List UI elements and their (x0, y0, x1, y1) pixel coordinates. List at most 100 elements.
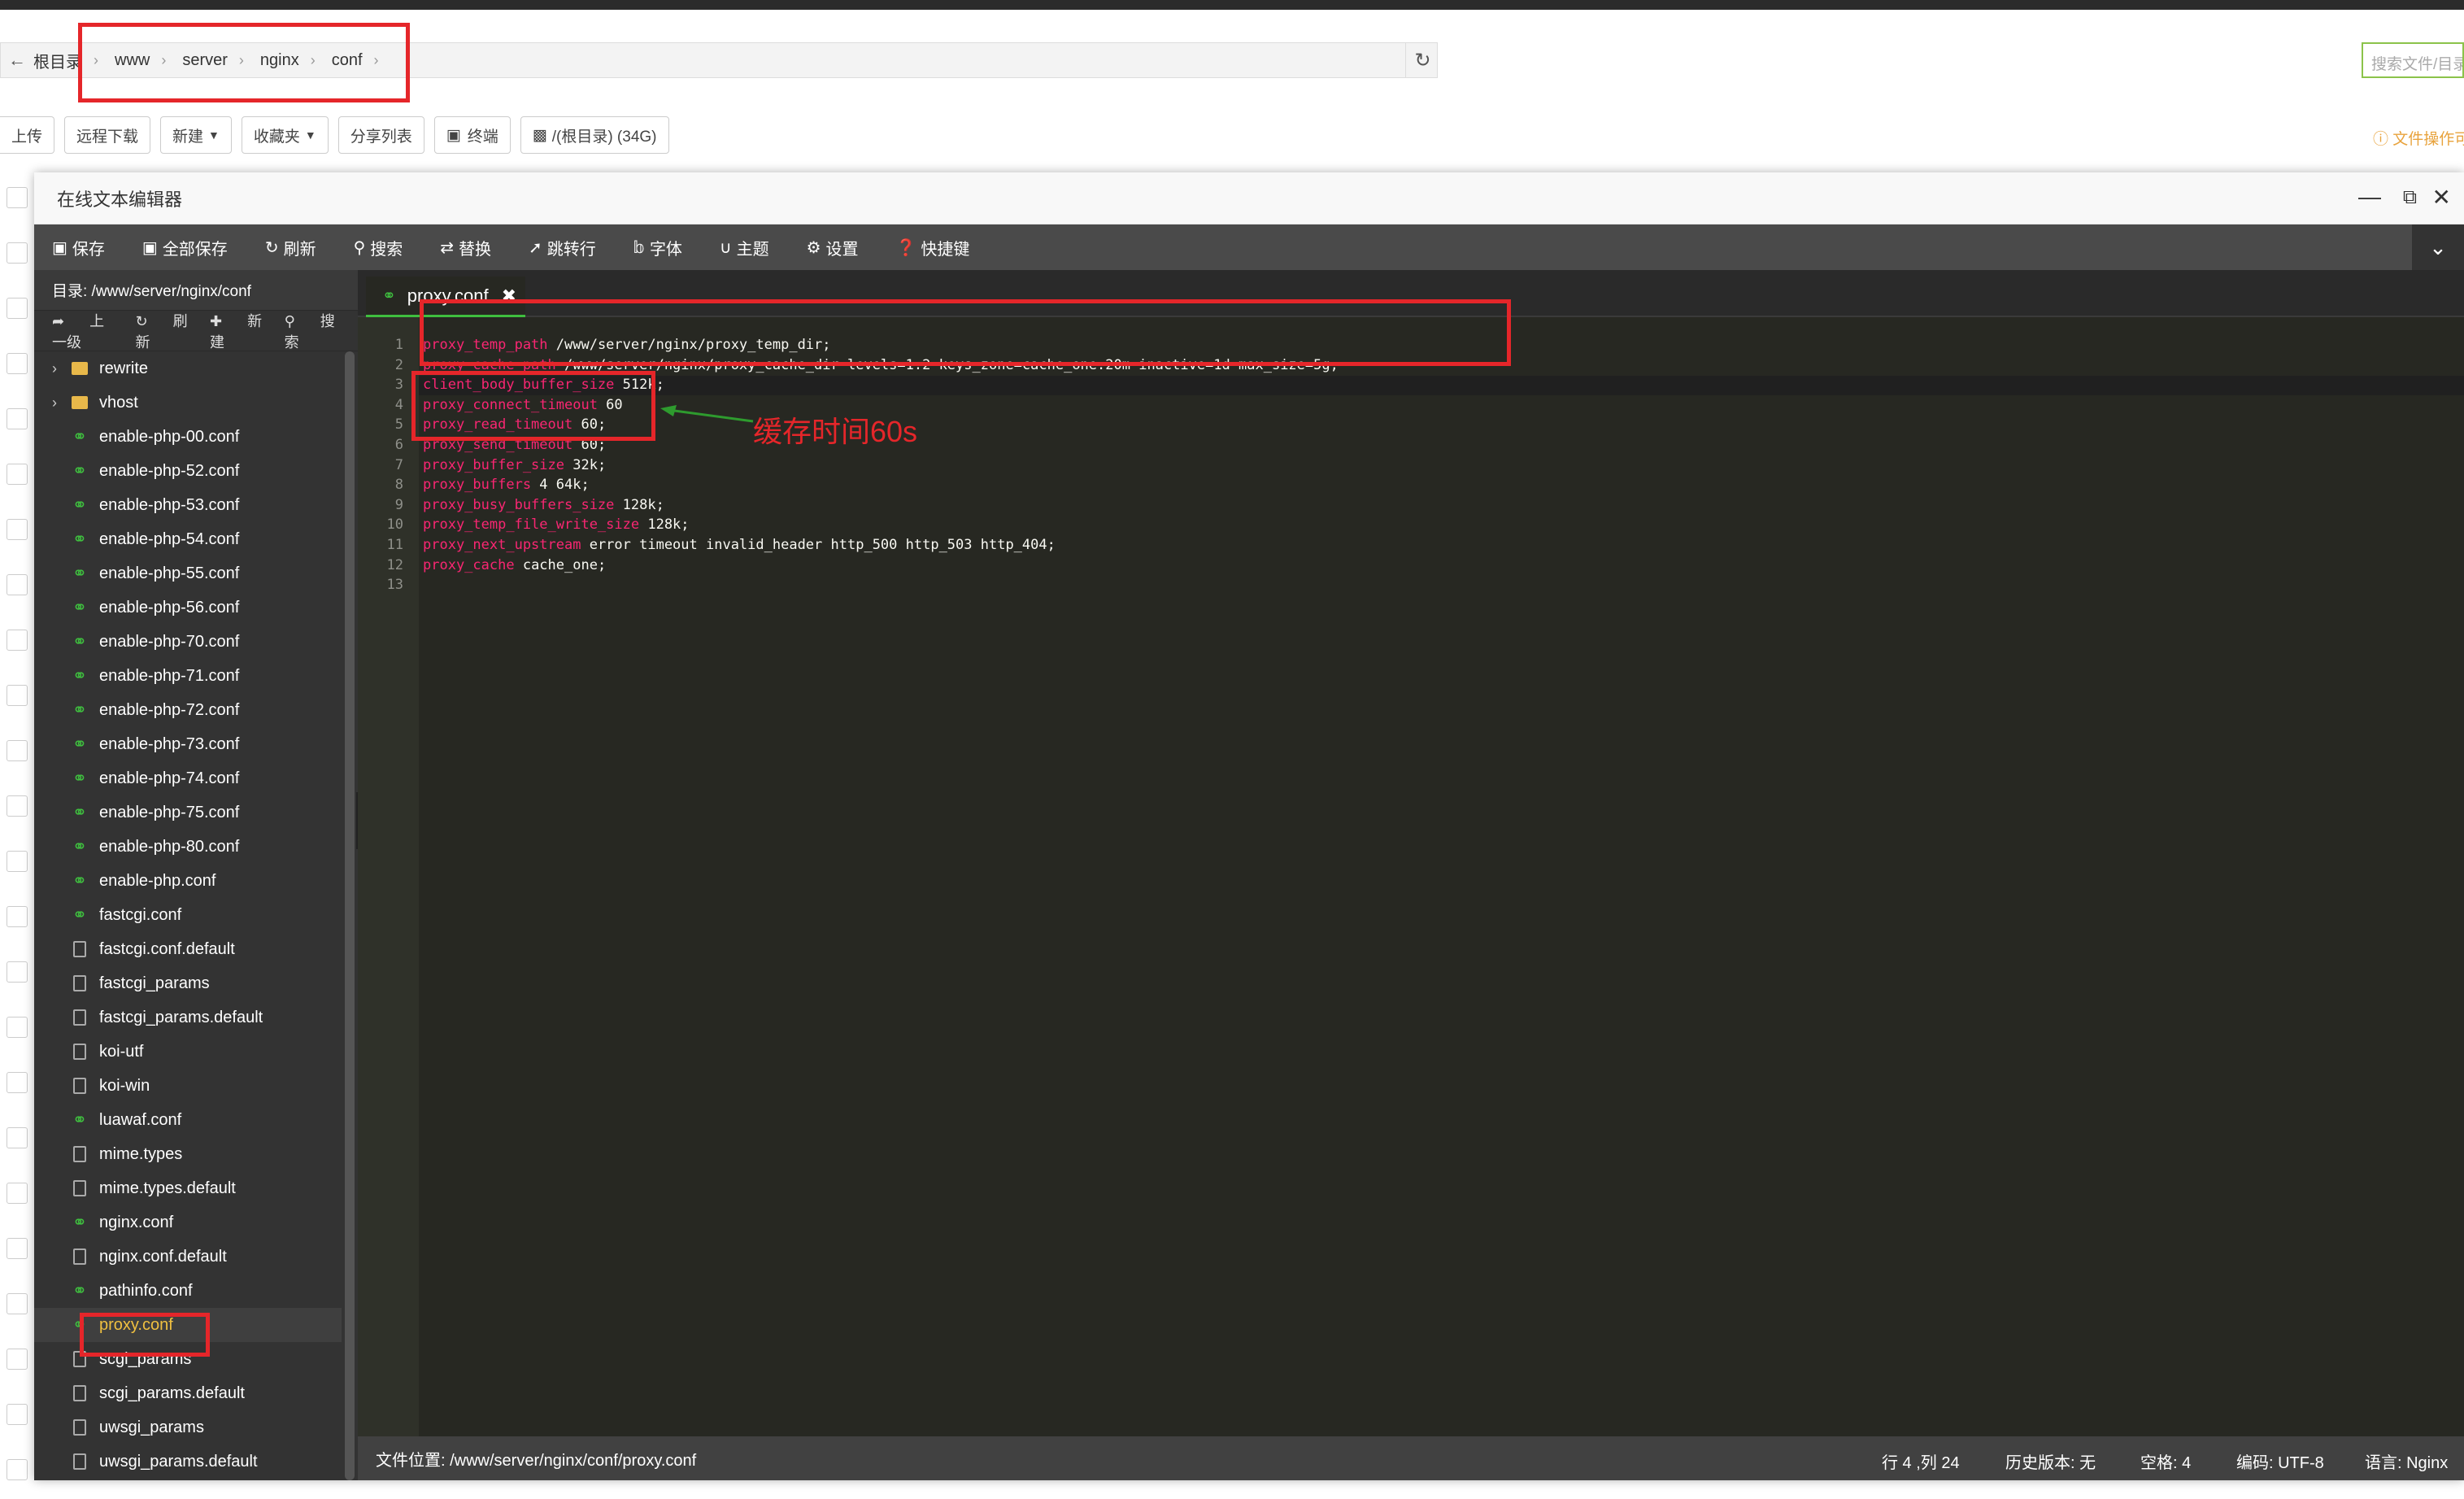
save-button[interactable]: ▣ 保存 (52, 236, 105, 259)
up-level-button[interactable]: ➦ 上一级 (52, 310, 114, 352)
row-checkbox[interactable] (7, 906, 28, 927)
shortcuts-button[interactable]: ❓ 快捷键 (896, 236, 970, 259)
row-checkbox[interactable] (7, 1017, 28, 1038)
maximize-icon[interactable]: ⧉ (2403, 186, 2417, 209)
sidebar-item-enable-php-75-conf[interactable]: ⚭ enable-php-75.conf (34, 795, 342, 830)
new-dropdown-button[interactable]: 新建 ▼ (160, 116, 232, 154)
sidebar-refresh-button[interactable]: ↻ 刷新 (135, 310, 189, 352)
row-checkbox[interactable] (7, 1238, 28, 1259)
chevron-down-icon[interactable]: ⌄ (2412, 224, 2464, 270)
history-version[interactable]: 历史版本: 无 (2005, 1449, 2096, 1473)
row-checkbox[interactable] (7, 1072, 28, 1093)
sidebar-item-enable-php-53-conf[interactable]: ⚭ enable-php-53.conf (34, 488, 342, 522)
file-language[interactable]: 语言: Nginx (2365, 1449, 2448, 1473)
refresh-icon[interactable]: ↻ (1405, 42, 1439, 78)
sidebar-item-mime-types-default[interactable]: mime.types.default (34, 1171, 342, 1205)
sidebar-item-vhost[interactable]: › vhost (34, 386, 342, 420)
sidebar-item-enable-php-74-conf[interactable]: ⚭ enable-php-74.conf (34, 761, 342, 795)
back-arrow-icon[interactable]: ← (1, 50, 33, 71)
code-line[interactable]: proxy_buffers 4 64k; (423, 477, 590, 493)
sidebar-item-enable-php-70-conf[interactable]: ⚭ enable-php-70.conf (34, 625, 342, 659)
remote-download-button[interactable]: 远程下载 (64, 116, 151, 154)
row-checkbox[interactable] (7, 353, 28, 374)
row-checkbox[interactable] (7, 574, 28, 595)
sidebar-item-fastcgi-conf-default[interactable]: fastcgi.conf.default (34, 932, 342, 966)
sidebar-item-enable-php-73-conf[interactable]: ⚭ enable-php-73.conf (34, 727, 342, 761)
sidebar-item-fastcgi-params-default[interactable]: fastcgi_params.default (34, 1000, 342, 1035)
row-checkbox[interactable] (7, 740, 28, 761)
row-checkbox[interactable] (7, 519, 28, 540)
row-checkbox[interactable] (7, 242, 28, 264)
sidebar-item-mime-types[interactable]: mime.types (34, 1137, 342, 1171)
file-encoding[interactable]: 编码: UTF-8 (2236, 1449, 2324, 1473)
sidebar-new-button[interactable]: ✚ 新建 (210, 310, 263, 352)
row-checkbox[interactable] (7, 1459, 28, 1480)
row-checkbox[interactable] (7, 1404, 28, 1425)
row-checkbox[interactable] (7, 464, 28, 485)
row-checkbox[interactable] (7, 187, 28, 208)
sidebar-item-fastcgi-conf[interactable]: ⚭ fastcgi.conf (34, 898, 342, 932)
sidebar-item-koi-win[interactable]: koi-win (34, 1069, 342, 1103)
row-checkbox[interactable] (7, 298, 28, 319)
disk-button[interactable]: ▩/(根目录) (34G) (520, 116, 669, 154)
row-checkbox[interactable] (7, 961, 28, 983)
row-checkbox[interactable] (7, 1293, 28, 1314)
code-line[interactable]: proxy_buffer_size 32k; (423, 457, 606, 473)
cursor-position[interactable]: 行 4 ,列 24 (1882, 1449, 1960, 1473)
sidebar-item-scgi-params-default[interactable]: scgi_params.default (34, 1376, 342, 1410)
sidebar-item-uwsgi-params-default[interactable]: uwsgi_params.default (34, 1445, 342, 1479)
sidebar-item-uwsgi-params[interactable]: uwsgi_params (34, 1410, 342, 1445)
sidebar-item-enable-php-conf[interactable]: ⚭ enable-php.conf (34, 864, 342, 898)
sidebar-scrollbar[interactable] (345, 351, 355, 1480)
refresh-button[interactable]: ↻ 刷新 (265, 236, 316, 259)
row-checkbox[interactable] (7, 851, 28, 872)
file-search-input[interactable]: 搜索文件/目录 (2362, 42, 2464, 78)
theme-button[interactable]: ∪ 主题 (720, 236, 769, 259)
sidebar-item-enable-php-71-conf[interactable]: ⚭ enable-php-71.conf (34, 659, 342, 693)
sidebar-search-button[interactable]: ⚲ 搜索 (285, 310, 337, 352)
code-editor[interactable]: ⚭ proxy.conf ✖ 1 2 3 4 5 6 7 8 9 10 11 12 13 proxy_t… (358, 270, 2464, 1480)
upload-button[interactable]: 上传 (0, 116, 55, 154)
sidebar-item-enable-php-54-conf[interactable]: ⚭ enable-php-54.conf (34, 522, 342, 556)
row-checkbox[interactable] (7, 795, 28, 817)
indent-spaces[interactable]: 空格: 4 (2140, 1449, 2191, 1473)
chevron-right-icon[interactable]: › (52, 394, 72, 412)
row-checkbox[interactable] (7, 1183, 28, 1204)
sidebar-item-fastcgi-params[interactable]: fastcgi_params (34, 966, 342, 1000)
row-checkbox[interactable] (7, 1127, 28, 1148)
sidebar-item-enable-php-72-conf[interactable]: ⚭ enable-php-72.conf (34, 693, 342, 727)
favorites-dropdown-button[interactable]: 收藏夹 ▼ (241, 116, 329, 154)
minimize-icon[interactable]: — (2358, 184, 2381, 210)
sidebar-item-enable-php-55-conf[interactable]: ⚭ enable-php-55.conf (34, 556, 342, 590)
code-line[interactable]: proxy_temp_file_write_size 128k; (423, 516, 690, 533)
share-list-button[interactable]: 分享列表 (337, 116, 424, 154)
code-line[interactable]: proxy_busy_buffers_size 128k; (423, 497, 664, 513)
font-button[interactable]: 𝕓 字体 (633, 236, 682, 259)
goto-line-button[interactable]: ➚ 跳转行 (529, 236, 596, 259)
sidebar-item-nginx-conf-default[interactable]: nginx.conf.default (34, 1240, 342, 1274)
save-all-button[interactable]: ▣ 全部保存 (142, 236, 228, 259)
sidebar-item-enable-php-56-conf[interactable]: ⚭ enable-php-56.conf (34, 590, 342, 625)
row-checkbox[interactable] (7, 685, 28, 706)
conf-file-icon: ⚭ (72, 904, 88, 925)
code-line[interactable]: proxy_next_upstream error timeout invali… (423, 537, 1056, 553)
sidebar-item-enable-php-52-conf[interactable]: ⚭ enable-php-52.conf (34, 454, 342, 488)
sidebar-item-nginx-conf[interactable]: ⚭ nginx.conf (34, 1205, 342, 1240)
row-checkbox[interactable] (7, 1349, 28, 1370)
chevron-right-icon[interactable]: › (52, 360, 72, 377)
terminal-button[interactable]: ▣ 终端 (433, 116, 511, 154)
sidebar-item-enable-php-80-conf[interactable]: ⚭ enable-php-80.conf (34, 830, 342, 864)
sidebar-item-enable-php-00-conf[interactable]: ⚭ enable-php-00.conf (34, 420, 342, 454)
sidebar-item-koi-utf[interactable]: koi-utf (34, 1035, 342, 1069)
search-button[interactable]: ⚲ 搜索 (354, 236, 403, 259)
row-checkbox[interactable] (7, 630, 28, 651)
file-ops-hint[interactable]: ⓘ 文件操作可 (2373, 127, 2464, 149)
sidebar-item-luawaf-conf[interactable]: ⚭ luawaf.conf (34, 1103, 342, 1137)
sidebar-item-rewrite[interactable]: › rewrite (34, 351, 342, 386)
close-icon[interactable]: ✕ (2432, 184, 2451, 211)
settings-button[interactable]: ⚙ 设置 (807, 236, 859, 259)
replace-button[interactable]: ⇄ 替换 (440, 236, 491, 259)
sidebar-item-pathinfo-conf[interactable]: ⚭ pathinfo.conf (34, 1274, 342, 1308)
code-line[interactable]: proxy_cache cache_one; (423, 557, 606, 573)
row-checkbox[interactable] (7, 408, 28, 429)
